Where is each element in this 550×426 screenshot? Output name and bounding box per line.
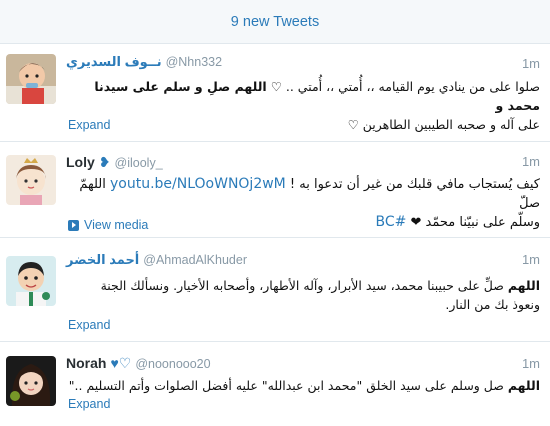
heart-icon: ❥ (98, 154, 111, 170)
tweet-text-line: على آله و صحبه الطيبين الطاهرين ♡ (347, 117, 540, 132)
tweet-time[interactable]: 1m (522, 252, 540, 267)
tweet-item[interactable]: أحمد الخضر @AhmadAlKhuder 1m اللهم صلِّ … (0, 238, 550, 342)
tweet-text-bold: اللهم (507, 278, 540, 293)
user-handle[interactable]: @ilooly_ (115, 156, 163, 170)
hashtag-link[interactable]: #BC (376, 214, 407, 230)
avatar[interactable] (6, 256, 56, 306)
user-handle[interactable]: @noonooo20 (135, 357, 210, 371)
tweet-header: نــوف السديري @Nhn332 (66, 54, 222, 74)
tweet-text-part: صلِّ على حبيبنا محمد، سيد الأبرار، وآله … (100, 278, 508, 293)
expand-link[interactable]: Expand (68, 397, 110, 411)
tweet-item[interactable]: Norah ♥♡ @noonooo20 1m اللهم صل وسلم على… (0, 342, 550, 426)
tweet-text: اللهم صلِّ على حبيبنا محمد، سيد الأبرار،… (66, 276, 540, 314)
tweet-time[interactable]: 1m (522, 154, 540, 169)
tweet-item[interactable]: Loly ❥ @ilooly_ 1m كيف يُستجاب مافي قلبك… (0, 142, 550, 238)
avatar[interactable] (6, 54, 56, 104)
tweet-time[interactable]: 1m (522, 56, 540, 71)
tweet-item[interactable]: نــوف السديري @Nhn332 1m صلوا على من ينا… (0, 44, 550, 142)
user-handle[interactable]: @AhmadAlKhuder (143, 253, 247, 267)
avatar[interactable] (6, 155, 56, 205)
tweet-header: Loly ❥ @ilooly_ (66, 154, 163, 174)
user-handle[interactable]: @Nhn332 (166, 55, 222, 69)
avatar[interactable] (6, 356, 56, 406)
tweet-text-bold: اللهم (507, 378, 540, 393)
tweet-text-part: كيف يُستجاب مافي قلبك من غير أن تدعوا به… (285, 177, 540, 192)
play-icon (68, 219, 79, 231)
tweet-text-line: وسلّم على نبيّنا محمّد ❤ (406, 215, 541, 230)
user-name[interactable]: أحمد الخضر (66, 252, 139, 268)
tweet-text: اللهم صل وسلم على سيد الخلق "محمد ابن عب… (66, 376, 540, 395)
tweet-text-line: ونعوذ بك من النار. (445, 297, 540, 312)
view-media-label: View media (84, 218, 149, 232)
tweet-header: أحمد الخضر @AhmadAlKhuder (66, 252, 247, 272)
user-name[interactable]: Loly (66, 154, 95, 170)
expand-link[interactable]: Expand (68, 318, 110, 332)
user-name[interactable]: Norah (66, 355, 106, 371)
heart-icon: ♥♡ (110, 355, 132, 371)
tweet-text-part: صل وسلم على سيد الخلق "محمد ابن عبدالله"… (68, 378, 508, 393)
new-tweets-banner[interactable]: 9 new Tweets (0, 0, 550, 44)
tweet-time[interactable]: 1m (522, 356, 540, 371)
user-name[interactable]: نــوف السديري (66, 54, 162, 70)
expand-link[interactable]: Expand (68, 118, 110, 132)
new-tweets-label: 9 new Tweets (230, 13, 320, 30)
tweet-text-part: صلوا على من ينادي يوم القيامه ،، أُمتي ،… (266, 79, 540, 94)
tweet-text: صلوا على من ينادي يوم القيامه ،، أُمتي ،… (66, 77, 540, 134)
tweet-header: Norah ♥♡ @noonooo20 (66, 355, 211, 375)
view-media-link[interactable]: View media (68, 218, 148, 232)
tweet-link[interactable]: youtu.be/NLOoWNOj2wM (110, 176, 286, 192)
